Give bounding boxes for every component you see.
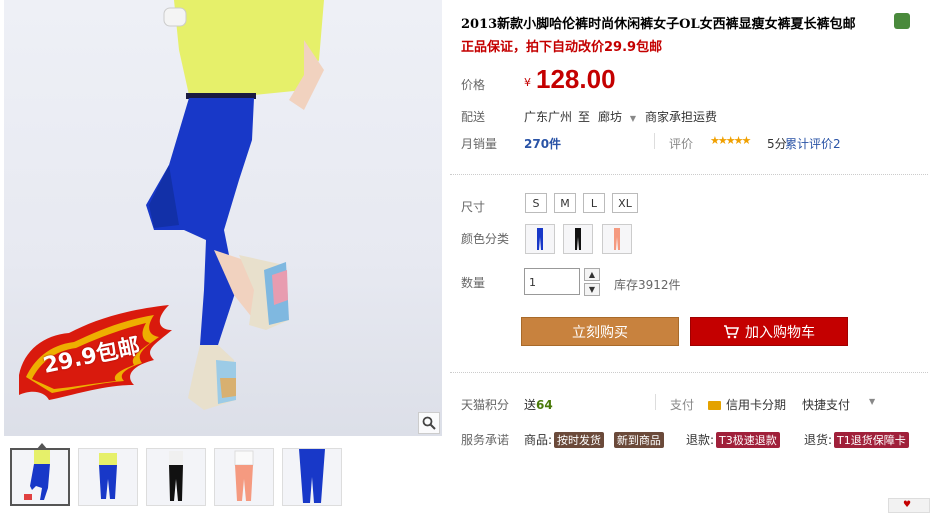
section-divider xyxy=(450,372,928,373)
size-option-s[interactable]: S xyxy=(525,193,547,213)
rating-score: 5分 xyxy=(767,137,787,151)
size-option-xl[interactable]: XL xyxy=(612,193,638,213)
points-give-word: 送 xyxy=(524,398,537,412)
points-label: 天猫积分 xyxy=(461,398,510,412)
add-to-cart-button[interactable]: 加入购物车 xyxy=(690,317,848,346)
return-service: 退货: T1退货保障卡 xyxy=(804,431,909,448)
quick-pay: 快捷支付 xyxy=(802,398,851,412)
credit-installment[interactable]: 信用卡分期 xyxy=(708,396,786,413)
product-page: 29.9包邮 2013新款小脚哈伦裤时尚休闲裤女子OL女西裤显瘦女裤夏长裤包邮 … xyxy=(0,0,930,513)
divider xyxy=(655,394,656,410)
monthly-sales-label: 月销量 xyxy=(461,137,498,151)
thumb-image xyxy=(169,451,183,501)
refund-label: 退款: xyxy=(686,433,715,447)
chevron-down-icon: ▼ xyxy=(629,114,636,123)
size-label: 尺寸 xyxy=(461,200,486,214)
refund-service: 退款: T3极速退款 xyxy=(686,431,780,448)
buy-now-button[interactable]: 立刻购买 xyxy=(521,317,679,346)
size-option-m[interactable]: M xyxy=(554,193,576,213)
color-label: 颜色分类 xyxy=(461,232,510,246)
delivery-label: 配送 xyxy=(461,110,486,124)
badge-on-time-ship[interactable]: 按时发货 xyxy=(554,432,605,448)
review-count-link[interactable]: 累计评价2 xyxy=(785,135,841,152)
product-title: 2013新款小脚哈伦裤时尚休闲裤女子OL女西裤显瘦女裤夏长裤包邮 xyxy=(461,17,856,32)
badge-return-guarantee[interactable]: T1退货保障卡 xyxy=(834,432,909,448)
ship-to-word: 至 xyxy=(578,110,591,124)
magnifier-icon xyxy=(422,416,436,430)
thumb-image xyxy=(299,449,325,503)
badge-new-goods[interactable]: 新到商品 xyxy=(613,432,664,448)
blue-pants-icon xyxy=(537,228,543,250)
color-swatch-peach[interactable] xyxy=(602,224,632,254)
points-value: 64 xyxy=(536,398,553,412)
price-label: 价格 xyxy=(461,78,486,92)
active-thumb-arrow-icon xyxy=(36,443,48,450)
color-swatch-blue[interactable] xyxy=(525,224,555,254)
stock-count: 库存3912件 xyxy=(614,278,681,292)
shipping-fee: 商家承担运费 xyxy=(645,110,718,124)
size-option-l[interactable]: L xyxy=(583,193,605,213)
quantity-label: 数量 xyxy=(461,276,486,290)
credit-card-icon xyxy=(708,401,721,410)
ship-from: 广东广州 xyxy=(524,110,573,124)
divider xyxy=(654,133,655,149)
badge-fast-refund[interactable]: T3极速退款 xyxy=(716,432,780,448)
thumbnail-1[interactable] xyxy=(10,443,70,506)
chevron-down-icon: ▼ xyxy=(588,285,596,294)
chevron-down-icon[interactable]: ▼ xyxy=(869,397,875,406)
rating-stars-icon: ★★★★★ xyxy=(710,134,751,147)
return-label: 退货: xyxy=(804,433,833,447)
cart-icon xyxy=(724,324,739,338)
quantity-increase-button[interactable]: ▲ xyxy=(584,268,600,281)
main-product-image[interactable]: 29.9包邮 xyxy=(4,0,442,436)
black-pants-icon xyxy=(575,228,581,250)
color-swatch-black[interactable] xyxy=(563,224,593,254)
monthly-sales-count: 270件 xyxy=(524,137,562,151)
product-subtitle: 正品保证，拍下自动改价29.9包邮 xyxy=(461,40,663,55)
feedback-tab[interactable]: ♥ xyxy=(888,498,930,513)
goods-label: 商品: xyxy=(524,433,553,447)
quantity-input[interactable]: 1 xyxy=(524,268,580,295)
thumbnail-5[interactable] xyxy=(282,448,342,506)
rating-label: 评价 xyxy=(669,137,694,151)
tmall-cat-icon xyxy=(894,13,910,29)
add-to-cart-label: 加入购物车 xyxy=(745,324,815,341)
thumb-image xyxy=(99,453,117,499)
points-give-text: 送64 xyxy=(524,396,553,413)
peach-pants-icon xyxy=(614,228,620,250)
thumbnail-3[interactable] xyxy=(146,448,206,506)
heart-icon: ♥ xyxy=(903,500,912,510)
chevron-up-icon: ▲ xyxy=(588,270,596,279)
thumbnail-4[interactable] xyxy=(214,448,274,506)
thumbnail-2[interactable] xyxy=(78,448,138,506)
quantity-decrease-button[interactable]: ▼ xyxy=(584,283,600,296)
payment-label: 支付 xyxy=(670,398,695,412)
currency-symbol: ¥ xyxy=(524,76,531,89)
service-label: 服务承诺 xyxy=(461,433,510,447)
section-divider xyxy=(450,174,928,175)
goods-service: 商品: 按时发货 新到商品 xyxy=(524,431,664,448)
zoom-button[interactable] xyxy=(418,412,440,434)
price-value: 128.00 xyxy=(536,64,616,94)
thumbnail-strip xyxy=(10,443,342,508)
thumb-image xyxy=(234,450,254,501)
ship-to-city: 廊坊 xyxy=(598,110,623,124)
thumb-image xyxy=(24,450,50,500)
ship-to-select[interactable]: 廊坊 ▼ xyxy=(598,108,636,125)
credit-installment-label: 信用卡分期 xyxy=(726,398,787,412)
